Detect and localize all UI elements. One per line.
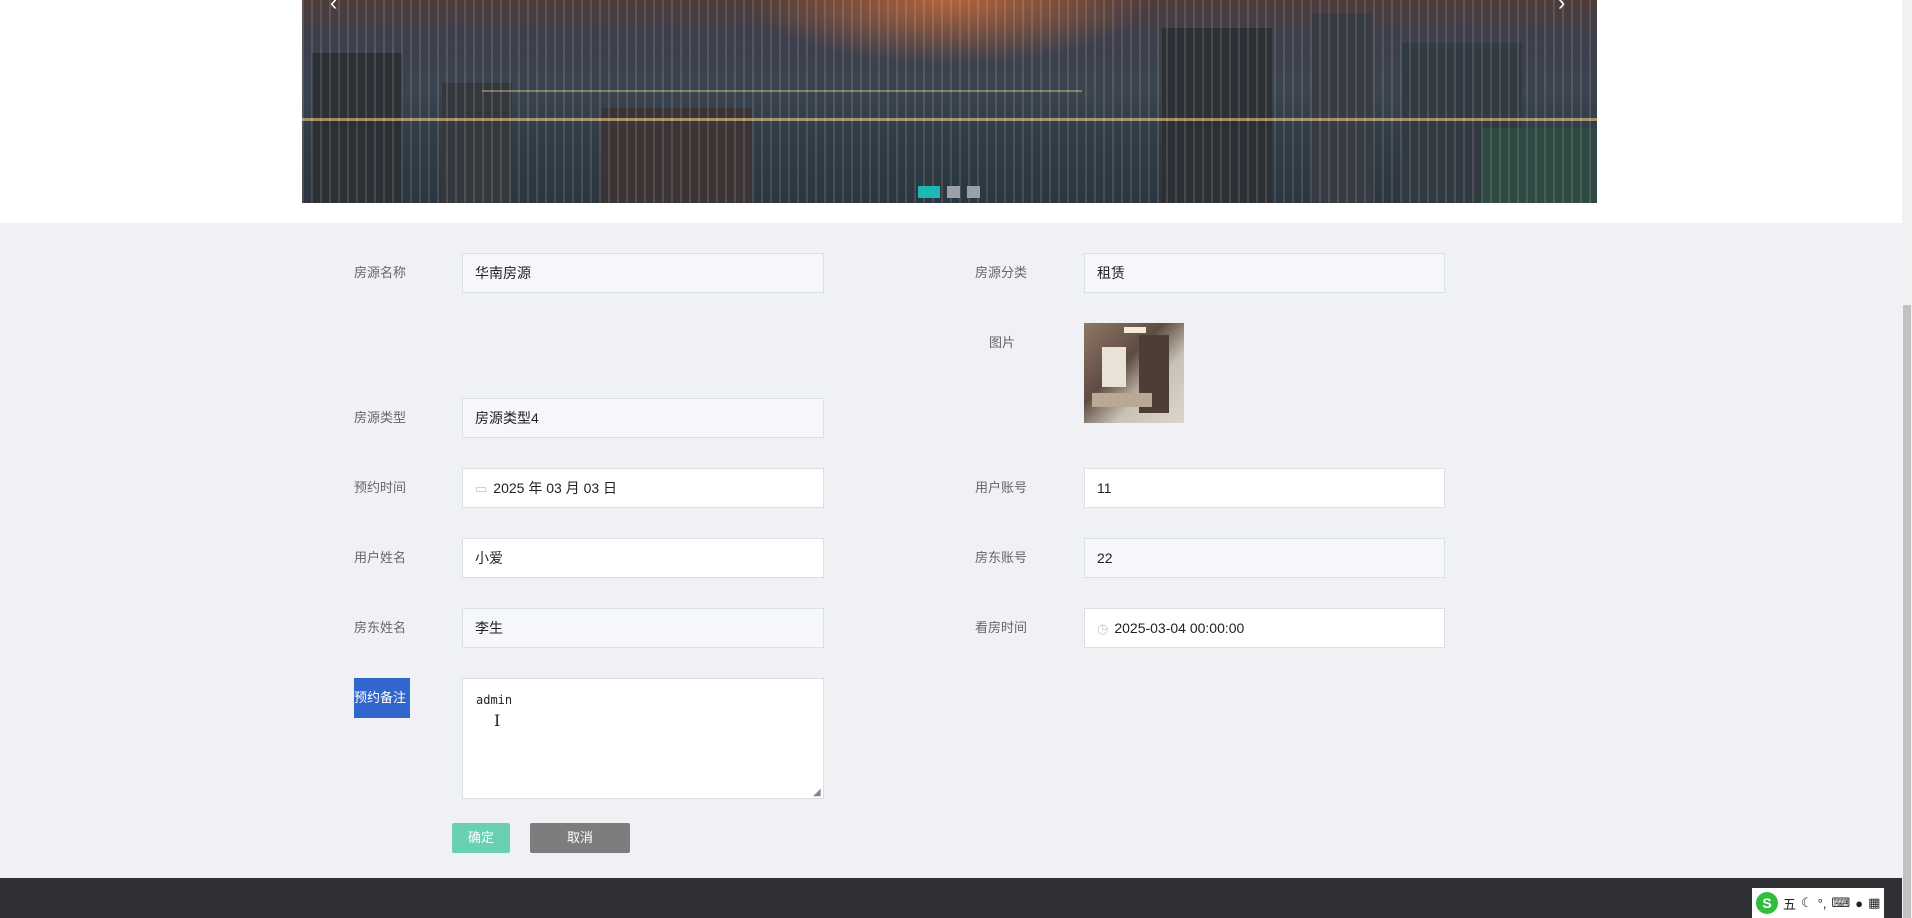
ime-mode-toggle[interactable]: 五 [1783, 894, 1796, 913]
label-fangyuan-fenlei: 房源分类 [975, 265, 1028, 280]
fangyuan-mingcheng-field[interactable]: 华南房源 [462, 253, 824, 293]
label-yonghu-xingming: 用户姓名 [354, 550, 407, 565]
clock-icon: ◷ [1097, 621, 1109, 636]
label-tupian: 图片 [989, 335, 1016, 350]
user-icon[interactable]: ● [1855, 896, 1863, 911]
banner-carousel[interactable]: ‹ › [302, 0, 1597, 203]
carousel-dot-2[interactable] [947, 186, 960, 198]
kanfang-shijian-datetime-input[interactable]: ◷ 2025-03-04 00:00:00 [1084, 608, 1445, 648]
ime-toolbar[interactable]: S 五 ☾ °, ⌨ ● ▦ [1752, 888, 1885, 918]
carousel-next-arrow[interactable]: › [1558, 0, 1565, 16]
label-yonghu-zhanghao: 用户账号 [975, 480, 1028, 495]
ime-logo-icon[interactable]: S [1756, 892, 1778, 914]
scrollbar-thumb[interactable] [1903, 305, 1911, 918]
punctuation-icon[interactable]: °, [1818, 896, 1827, 911]
yonghu-zhanghao-field[interactable]: 11 [1084, 468, 1445, 508]
yonghu-xingming-field[interactable]: 小爱 [462, 538, 824, 578]
house-image-thumbnail[interactable] [1084, 323, 1184, 423]
banner-city-texture [302, 0, 1597, 203]
label-fangyuan-leixing: 房源类型 [354, 410, 407, 425]
keyboard-icon[interactable]: ⌨ [1831, 895, 1850, 911]
thumbnail-detail [1102, 347, 1126, 387]
confirm-button[interactable]: 确定 [452, 823, 510, 853]
yuyue-shijian-value: 2025 年 03 月 03 日 [493, 480, 618, 496]
kanfang-shijian-value: 2025-03-04 00:00:00 [1114, 620, 1245, 636]
label-fangdong-xingming: 房东姓名 [354, 620, 407, 635]
label-kanfang-shijian: 看房时间 [975, 620, 1028, 635]
yuyue-beizhu-textarea[interactable]: admin [462, 678, 824, 799]
fangdong-xingming-field[interactable]: 李生 [462, 608, 824, 648]
calendar-icon: ▭ [475, 481, 488, 496]
fangyuan-fenlei-field[interactable]: 租赁 [1084, 253, 1445, 293]
carousel-dot-3[interactable] [967, 186, 980, 198]
label-yuyue-beizhu: 预约备注 [354, 678, 410, 718]
yuyue-shijian-date-input[interactable]: ▭ 2025 年 03 月 03 日 [462, 468, 824, 508]
grid-icon[interactable]: ▦ [1868, 895, 1880, 911]
textarea-resize-handle[interactable]: ◢ [813, 788, 821, 798]
text-cursor-icon: I [494, 711, 501, 730]
thumbnail-detail [1124, 327, 1146, 333]
label-fangdong-zhanghao: 房东账号 [975, 550, 1028, 565]
carousel-indicators [918, 186, 980, 198]
thumbnail-detail [1092, 393, 1152, 407]
fangyuan-leixing-field[interactable]: 房源类型4 [462, 398, 824, 438]
fangdong-zhanghao-field[interactable]: 22 [1084, 538, 1445, 578]
cancel-button[interactable]: 取消 [530, 823, 630, 853]
carousel-prev-arrow[interactable]: ‹ [330, 0, 337, 16]
page-footer [0, 878, 1902, 918]
label-fangyuan-mingcheng: 房源名称 [354, 265, 407, 280]
carousel-dot-1[interactable] [918, 186, 940, 198]
page-scrollbar[interactable] [1902, 0, 1912, 918]
moon-icon[interactable]: ☾ [1801, 895, 1813, 911]
label-yuyue-shijian: 预约时间 [354, 480, 407, 495]
